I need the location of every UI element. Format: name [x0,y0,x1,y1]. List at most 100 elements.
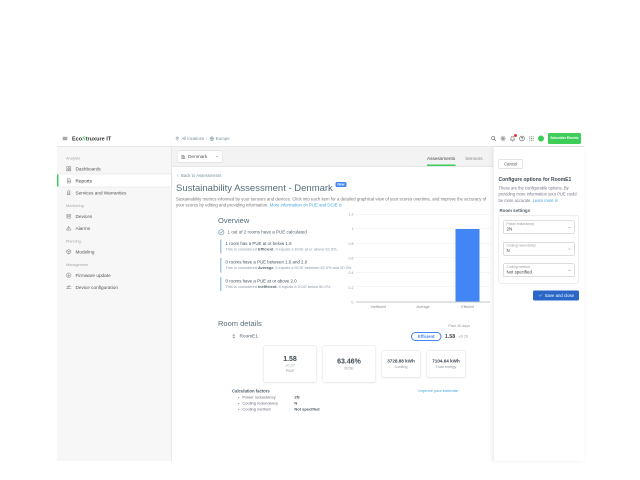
check-item-term: Efficient. [258,247,276,252]
check-item-subtitle: This is considered Efficient. It equals … [226,247,364,252]
dashboard-icon [66,166,72,172]
user-avatar[interactable] [538,136,544,142]
notifications-icon[interactable] [510,136,516,142]
calculation-factors-header: Calculation factors Improve your estimat… [232,388,458,393]
stat-card-value: 3728.88 kWh [387,359,415,364]
calculation-factors: Calculation factors Improve your estimat… [232,388,458,411]
sidebar-item-label: Reports [76,178,92,184]
improve-estimate-link[interactable]: Improve your estimate [418,389,458,394]
select-field-cooling-redundancy[interactable]: Cooling redundancyN [503,242,575,256]
select-field-cooling-method[interactable]: Cooling methodNot specified [503,263,575,277]
calc-factor-value: 2N [294,395,299,400]
tab-sensors[interactable]: Sensors [465,156,482,166]
stat-card-dcie: 63.46%DCiE [322,345,376,382]
more-info-link-label: More information on PUE and DCiE [270,202,338,208]
check-item-prefix: This is considered [226,284,259,289]
firmware-icon [66,272,72,278]
overview-check-item[interactable]: 0 rooms have a PUE at or above 2.0This i… [220,277,363,291]
chart-plot-area: 00.20.40.60.811.2 [345,214,490,302]
top-header: EcoStruxure IT All locations / Europe Sc… [57,131,584,147]
notification-badge-dot [514,134,517,137]
page-description: Sustainability metrics informed by your … [176,196,487,208]
services-icon [66,190,72,196]
room-settings-group: Power redundancy2NCooling redundancyNCoo… [499,215,580,284]
y-tick-label: 1 [352,227,354,232]
caret-down-icon [215,155,219,159]
stat-card-sub: ±0.29 [286,363,295,368]
sidebar-item-reports[interactable]: Reports [57,175,171,187]
caret-down-icon [568,225,572,229]
sidebar-item-label: Services and Warranties [76,190,127,196]
apps-icon[interactable] [529,136,535,142]
stat-card-cooling: 3728.88 kWhCooling [381,350,421,377]
sidebar-item-firmware-update[interactable]: Firmware update [57,269,171,281]
bullet-icon: • [238,407,239,412]
y-tick-label: 0.2 [349,285,354,290]
config-drawer: Cancel Configure options for RoomE1 Thes… [493,147,584,461]
sidebar-group-label: Monitoring [66,204,171,209]
menu-icon[interactable] [62,136,68,142]
y-tick-label: 0.4 [349,271,354,276]
calc-factor-row: •Power redundancy2N [238,395,458,400]
schneider-electric-logo[interactable]: Schneider Electric [548,133,581,144]
app-logo[interactable]: EcoStruxure IT [72,135,111,143]
room-summary: Efficient 1.58 ±0.29 [411,332,468,341]
help-icon[interactable] [519,136,525,142]
sidebar-header: EcoStruxure IT [57,135,172,143]
y-tick-label: 1.2 [349,212,354,217]
app-logo-text: truxure IT [86,136,111,142]
learn-more-link[interactable]: Learn more [533,198,558,204]
sidebar-item-alarms[interactable]: Alarms [57,222,171,234]
back-link[interactable]: Back to Assessments [176,173,221,178]
settings-icon[interactable] [500,136,506,142]
sidebar-item-dashboards[interactable]: Dashboards [57,163,171,175]
stat-card-label: Cooling [395,365,408,370]
stat-card-value: 7104.64 kWh [432,359,460,364]
save-and-close-button[interactable]: Save and close [533,290,579,300]
sidebar-item-device-configuration[interactable]: Device configuration [57,281,171,293]
page: EcoStruxure IT All locations / Europe Sc… [0,0,640,480]
search-icon[interactable] [491,136,497,142]
overview-check-item[interactable]: 0 rooms have a PUE between 1.6 and 2.0Th… [220,258,363,272]
bullet-icon: • [238,395,239,400]
check-item-title: 0 rooms have a PUE between 1.6 and 2.0 [226,260,364,265]
check-circle-icon [218,229,225,236]
location-select[interactable]: Denmark [177,151,223,163]
sidebar-item-label: Device configuration [76,284,118,290]
sidebar-item-devices[interactable]: Devices [57,210,171,222]
overview-section: Overview 1 out of 2 rooms have a PUE cal… [218,216,490,312]
sidebar-group-label: Management [66,263,171,268]
sidebar-item-services-and-warranties[interactable]: Services and Warranties [57,187,171,199]
period-label: Past 30 days [448,323,470,328]
location-select-value: Denmark [188,154,207,160]
calc-factor-label: Power redundancy [242,395,294,400]
check-icon [538,293,543,298]
select-field-label: Cooling redundancy [507,244,568,248]
tab-assessments[interactable]: Assessments [427,156,455,166]
calc-factor-value: Not specified [294,407,319,412]
check-item-subtitle: This is considered Average. It equals a … [226,266,364,271]
page-title-text: Sustainability Assessment - Denmark [176,183,333,194]
cancel-button[interactable]: Cancel [499,159,523,169]
app-window: EcoStruxure IT All locations / Europe Sc… [57,131,584,462]
sidebar-item-label: Dashboards [76,166,101,172]
sidebar-item-modeling[interactable]: Modeling [57,246,171,258]
status-pill[interactable]: Efficient [411,332,442,341]
expand-icon[interactable] [231,334,237,340]
x-tick-label: Efficient [445,304,490,309]
chart-y-axis: 00.20.40.60.811.2 [345,214,356,302]
check-item-suffix: It equals a DCiE at or above 62.5%. [276,247,338,252]
modeling-icon [66,249,72,255]
calculation-factors-rows: •Power redundancy2N•Cooling redundancyN•… [232,395,458,412]
reports-icon [66,178,72,184]
select-field-power-redundancy[interactable]: Power redundancy2N [503,220,575,234]
breadcrumb-all-locations[interactable]: All locations [182,136,205,141]
overview-check-item[interactable]: 1 room has a PUE at or below 1.6This is … [220,239,363,253]
external-link-icon [338,204,342,208]
more-info-link[interactable]: More information on PUE and DCiE [270,202,342,208]
chevron-left-icon [176,174,180,178]
breadcrumb-region[interactable]: Europe [216,136,230,141]
region-globe-icon [209,136,214,141]
room-row[interactable]: RoomE1 Efficient 1.58 ±0.29 [231,332,468,341]
sidebar-item-label: Alarms [76,225,91,231]
